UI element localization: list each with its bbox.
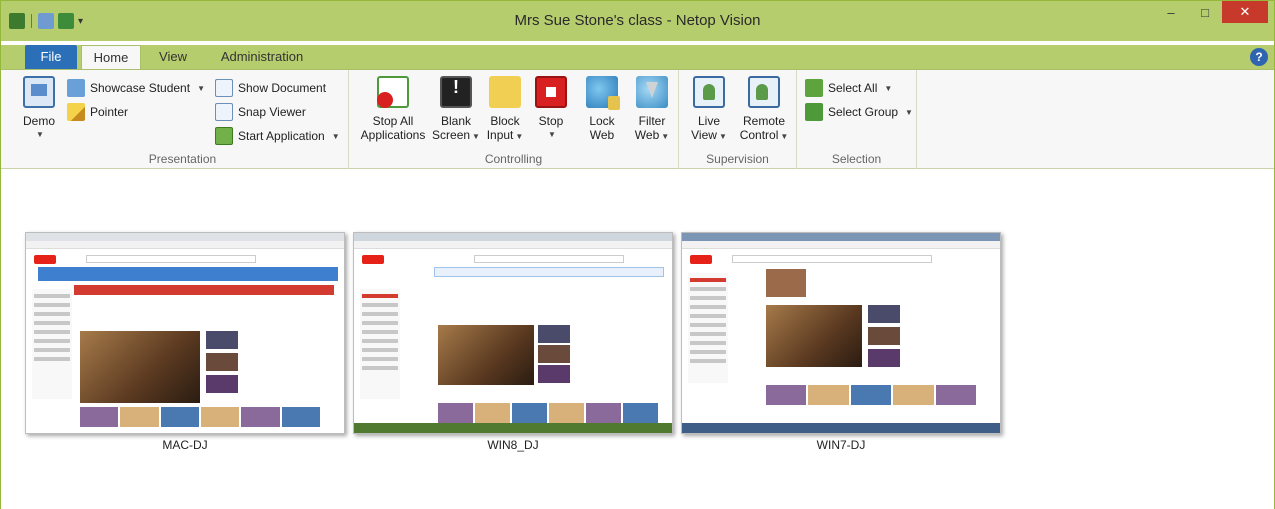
chevron-down-icon: ▼ <box>718 132 727 141</box>
chevron-down-icon: ▼ <box>884 83 893 93</box>
group-supervision: Live View ▼ Remote Control ▼ Supervision <box>679 70 797 169</box>
snap-viewer-button[interactable]: Snap Viewer <box>215 102 306 122</box>
stop-all-label-1: Stop All <box>372 114 414 128</box>
chevron-down-icon: ▼ <box>472 132 480 141</box>
select-all-button[interactable]: Select All ▼ <box>805 78 892 98</box>
lock-web-icon <box>586 76 620 110</box>
block-input-button[interactable]: Block Input ▼ <box>483 76 527 144</box>
screen-preview <box>26 233 344 433</box>
stop-icon <box>535 76 567 108</box>
pointer-icon <box>67 103 85 121</box>
live-view-icon <box>693 76 725 108</box>
group-presentation: Demo ▼ Showcase Student ▼ Pointer Show D… <box>17 70 349 169</box>
chevron-down-icon: ▼ <box>36 130 44 139</box>
stop-label: Stop <box>538 114 564 128</box>
help-icon[interactable]: ? <box>1250 48 1268 66</box>
group-label-selection: Selection <box>831 152 882 166</box>
ribbon: Demo ▼ Showcase Student ▼ Pointer Show D… <box>1 69 1274 169</box>
show-document-button[interactable]: Show Document <box>215 78 326 98</box>
block-label-1: Block <box>490 114 520 128</box>
remote-label-2: Control <box>739 128 779 142</box>
lock-label-1: Lock <box>589 114 615 128</box>
tab-view[interactable]: View <box>147 45 199 70</box>
lock-label-2: Web <box>589 128 615 142</box>
snap-viewer-icon <box>215 103 233 121</box>
group-controlling: Stop All Applications Blank Screen▼ Bloc… <box>349 70 679 169</box>
group-label-controlling: Controlling <box>484 152 543 166</box>
live-label-1: Live <box>697 114 720 128</box>
title-bar: ▾ Mrs Sue Stone's class - Netop Vision –… <box>1 1 1274 41</box>
screen-preview <box>354 233 672 433</box>
group-label-supervision: Supervision <box>706 152 769 166</box>
chevron-down-icon: ▼ <box>780 132 789 141</box>
student-thumbnails-area: MAC-DJ WIN8_DJ WIN7-DJ <box>1 170 1274 509</box>
block-label-2: Input <box>486 128 514 142</box>
application-icon <box>215 127 233 145</box>
start-application-button[interactable]: Start Application ▼ <box>215 126 340 146</box>
select-all-label: Select All <box>828 81 878 95</box>
chevron-down-icon: ▼ <box>661 132 670 141</box>
blank-label-1: Blank <box>440 114 472 128</box>
remote-label-1: Remote <box>742 114 786 128</box>
chevron-down-icon: ▼ <box>197 83 205 93</box>
lock-input-icon <box>489 76 521 108</box>
ribbon-tab-row: File Home View Administration ? <box>1 45 1274 70</box>
document-icon <box>215 79 233 97</box>
demo-label: Demo <box>22 114 55 128</box>
start-application-label: Start Application <box>238 129 325 143</box>
app-window: ▾ Mrs Sue Stone's class - Netop Vision –… <box>0 0 1275 509</box>
select-group-icon <box>805 103 823 121</box>
blank-label-2: Screen <box>432 128 471 142</box>
pointer-label: Pointer <box>90 105 129 119</box>
student-thumbnail-mac-dj[interactable] <box>25 232 345 434</box>
close-button[interactable]: ✕ <box>1222 1 1268 23</box>
chevron-down-icon: ▼ <box>331 131 340 141</box>
window-controls: – □ ✕ <box>1154 1 1268 23</box>
student-name-label: WIN7-DJ <box>816 438 866 452</box>
lock-web-button[interactable]: Lock Web <box>583 76 621 142</box>
select-group-button[interactable]: Select Group ▼ <box>805 102 913 122</box>
student-name-label: MAC-DJ <box>162 438 208 452</box>
showcase-student-button[interactable]: Showcase Student ▼ <box>67 78 205 98</box>
chevron-down-icon: ▼ <box>905 107 913 117</box>
tab-home[interactable]: Home <box>81 45 141 70</box>
stop-applications-icon <box>377 76 409 108</box>
select-all-icon <box>805 79 823 97</box>
student-thumbnail-win7-dj[interactable] <box>681 232 1001 434</box>
chevron-down-icon: ▼ <box>548 130 556 139</box>
window-title: Mrs Sue Stone's class - Netop Vision <box>514 12 761 29</box>
filter-label-2: Web <box>634 128 660 142</box>
stop-all-label-2: Applications <box>360 128 426 142</box>
minimize-button[interactable]: – <box>1154 1 1188 23</box>
student-name-label: WIN8_DJ <box>487 438 539 452</box>
chevron-down-icon: ▼ <box>515 132 524 141</box>
filter-label-1: Filter <box>638 114 666 128</box>
tab-file[interactable]: File <box>25 45 77 69</box>
live-view-button[interactable]: Live View ▼ <box>689 76 729 144</box>
student-thumbnail-win8-dj[interactable] <box>353 232 673 434</box>
group-selection: Select All ▼ Select Group ▼ Selection <box>797 70 917 169</box>
show-document-label: Show Document <box>238 81 327 95</box>
filter-web-icon <box>636 76 668 108</box>
student-icon <box>67 79 85 97</box>
screen-preview <box>682 233 1000 433</box>
demo-button[interactable]: Demo ▼ <box>17 76 61 142</box>
select-group-label: Select Group <box>828 105 899 119</box>
stop-button[interactable]: Stop ▼ <box>531 76 571 142</box>
blank-screen-icon <box>440 76 472 108</box>
remote-control-icon <box>748 76 780 108</box>
filter-web-button[interactable]: Filter Web ▼ <box>631 76 673 144</box>
showcase-student-label: Showcase Student <box>90 81 191 95</box>
group-label-presentation: Presentation <box>148 152 217 166</box>
maximize-button[interactable]: □ <box>1188 1 1222 23</box>
snap-viewer-label: Snap Viewer <box>238 105 306 119</box>
stop-all-applications-button[interactable]: Stop All Applications <box>355 76 431 142</box>
live-label-2: View <box>691 128 717 142</box>
blank-screen-button[interactable]: Blank Screen▼ <box>431 76 481 144</box>
remote-control-button[interactable]: Remote Control ▼ <box>735 76 793 144</box>
monitor-icon <box>23 76 55 108</box>
pointer-button[interactable]: Pointer <box>67 102 128 122</box>
tab-administration[interactable]: Administration <box>207 45 317 70</box>
